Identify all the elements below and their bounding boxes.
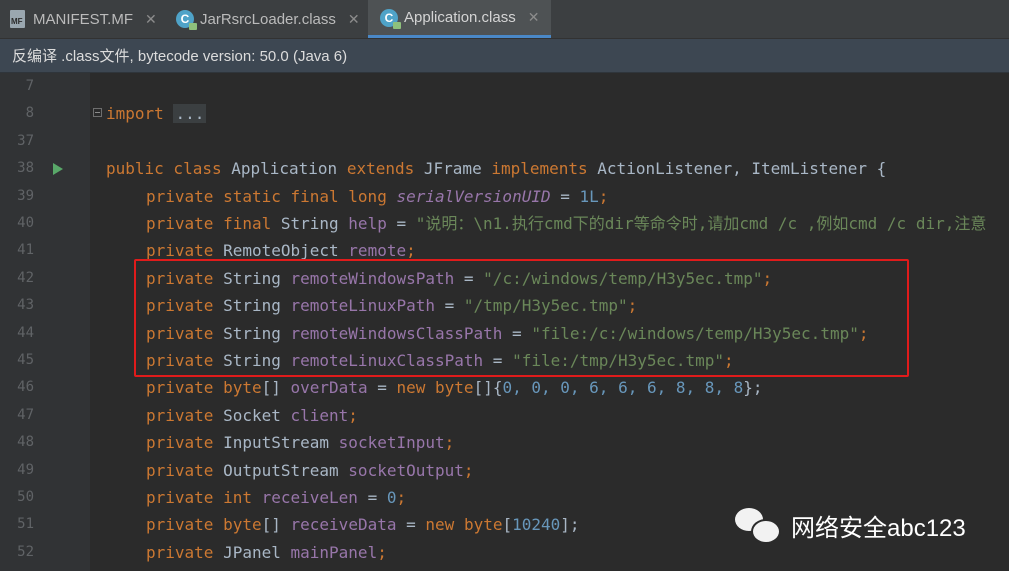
tab-label: MANIFEST.MF (33, 10, 133, 28)
code-line: 49 private OutputStream socketOutput; (0, 457, 1009, 484)
code-line: 8 import ... (0, 100, 1009, 127)
line-number: 52 (17, 543, 34, 560)
folded-imports[interactable]: ... (173, 104, 207, 124)
watermark: 网络安全abc123 (735, 506, 966, 544)
code-line: 40 private final String help = "说明：\n1.执… (0, 210, 1009, 237)
line-number: 51 (17, 516, 34, 533)
code-line: 48 private InputStream socketInput; (0, 429, 1009, 456)
code-line: 39 private static final long serialVersi… (0, 183, 1009, 210)
close-icon[interactable]: ✕ (348, 11, 360, 28)
code-line: 37 (0, 128, 1009, 155)
line-number: 48 (17, 434, 34, 451)
tab-label: JarRsrcLoader.class (200, 10, 336, 28)
line-number: 38 (17, 160, 34, 177)
line-number: 39 (17, 187, 34, 204)
code-line: 7 (0, 73, 1009, 100)
line-number: 43 (17, 297, 34, 314)
decompiled-banner: 反编译 .class文件, bytecode version: 50.0 (Ja… (0, 39, 1009, 73)
line-number: 45 (17, 352, 34, 368)
close-icon[interactable]: ✕ (528, 9, 540, 26)
line-number: 41 (17, 242, 34, 259)
line-number: 40 (17, 215, 34, 231)
line-number: 37 (17, 132, 34, 149)
code-line: 47 private Socket client; (0, 402, 1009, 429)
watermark-text: 网络安全abc123 (791, 514, 966, 542)
line-number: 7 (25, 78, 34, 94)
highlight-box (134, 259, 909, 377)
line-number: 50 (17, 489, 34, 505)
code-line: 46 private byte[] overData = new byte[]{… (0, 374, 1009, 401)
editor-tab-bar: MF MANIFEST.MF ✕ C JarRsrcLoader.class ✕… (0, 0, 1009, 39)
run-icon[interactable] (53, 163, 63, 176)
wechat-icon (735, 506, 781, 544)
tab-jarrsrcloader[interactable]: C JarRsrcLoader.class ✕ (176, 0, 360, 38)
line-number: 8 (25, 105, 34, 122)
close-icon[interactable]: ✕ (145, 11, 157, 28)
line-number: 42 (17, 269, 34, 286)
banner-text: 反编译 .class文件, bytecode version: 50.0 (Ja… (12, 48, 348, 65)
code-line: 38 public class Application extends JFra… (0, 155, 1009, 182)
line-number: 46 (17, 379, 34, 396)
tab-application[interactable]: C Application.class ✕ (368, 0, 552, 38)
class-file-icon: C (380, 8, 401, 29)
line-number: 49 (17, 461, 34, 478)
line-number: 47 (17, 406, 34, 423)
class-file-icon: C (176, 10, 197, 30)
tab-label: Application.class (404, 9, 516, 26)
tab-manifest[interactable]: MF MANIFEST.MF ✕ (10, 0, 157, 38)
manifest-file-icon: MF (10, 9, 27, 29)
line-number: 44 (17, 324, 34, 341)
fold-toggle-icon[interactable] (93, 108, 102, 118)
